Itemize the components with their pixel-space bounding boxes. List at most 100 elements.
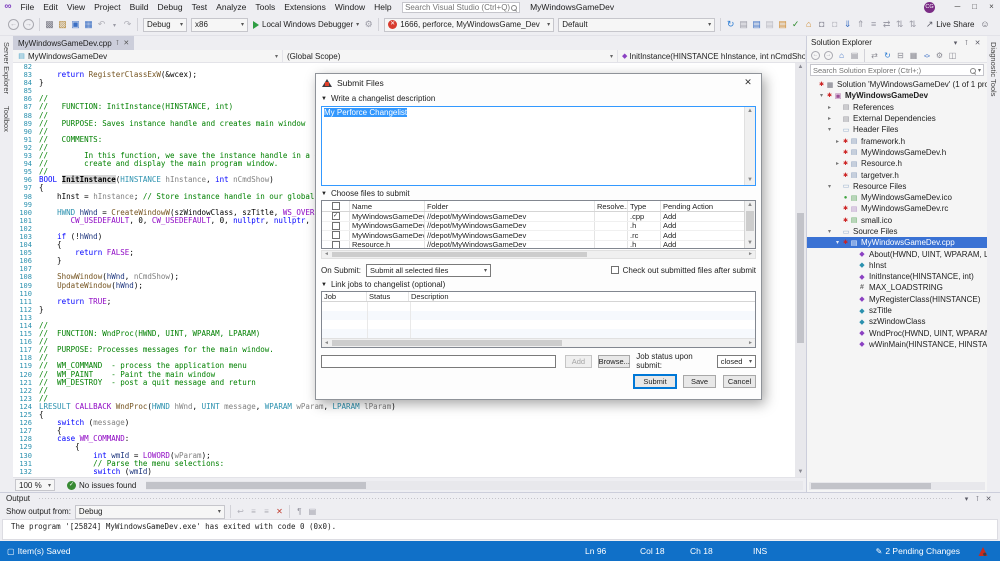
close-tab-icon[interactable]: ✕ — [123, 39, 129, 47]
job-status-dropdown[interactable]: closed ▾ — [716, 354, 756, 368]
edit-file-icon[interactable] — [763, 18, 776, 31]
new-item-icon[interactable] — [43, 18, 56, 31]
close-icon[interactable]: ✕ — [983, 495, 994, 503]
live-share-button[interactable]: Live Share — [923, 18, 974, 31]
home-icon[interactable] — [835, 50, 848, 62]
sort-icon-1[interactable] — [893, 18, 906, 31]
browse-jobs-button[interactable]: Browse... — [598, 354, 631, 368]
jobs-horizontal-scrollbar[interactable]: ◄ ► — [322, 338, 755, 347]
undo-icon[interactable] — [95, 18, 108, 31]
account-avatar[interactable]: CG — [924, 1, 935, 13]
expander-icon[interactable]: ▸ — [825, 115, 834, 122]
solution-horizontal-scrollbar[interactable] — [809, 482, 985, 490]
error-list-dropdown[interactable]: ✕ 1666, perforce, MyWindowsGame_Dev ▾ — [384, 17, 555, 32]
menu-help[interactable]: Help — [370, 0, 396, 14]
show-all-files-icon[interactable] — [907, 50, 920, 62]
pin-icon[interactable]: ⊺ — [972, 495, 983, 503]
menu-tools[interactable]: Tools — [251, 0, 280, 14]
output-source-dropdown[interactable]: Debug ▾ — [74, 504, 225, 519]
expander-icon[interactable]: ▾ — [825, 183, 834, 190]
file-checkbox[interactable] — [331, 231, 340, 240]
tree-item[interactable]: ▸✱ Resource.h — [807, 158, 987, 169]
tree-item[interactable]: WndProc(HWND, UINT, WPARAM, LPARAM) — [807, 328, 987, 339]
expander-icon[interactable]: ▾ — [825, 126, 834, 133]
column-header-status[interactable]: Status — [367, 292, 409, 301]
refresh-icon[interactable] — [724, 18, 737, 31]
goto-message-icon[interactable] — [234, 506, 247, 518]
menu-edit[interactable]: Edit — [39, 0, 63, 14]
menu-build[interactable]: Build — [125, 0, 153, 14]
scroll-up-icon[interactable]: ▲ — [795, 63, 806, 72]
tree-item[interactable]: ✱ Solution 'MyWindowsGameDev' (1 of 1 pro… — [807, 79, 987, 90]
menu-debug[interactable]: Debug — [153, 0, 187, 14]
jobs-table-body[interactable] — [322, 302, 755, 338]
solution-search-box[interactable]: ▾ — [810, 64, 984, 76]
close-button[interactable]: × — [983, 0, 1000, 14]
column-header-job[interactable]: Job — [322, 292, 367, 301]
tree-item[interactable]: About(HWND, UINT, WPARAM, LPARAM) — [807, 248, 987, 259]
menu-window[interactable]: Window — [330, 0, 369, 14]
switch-views-icon[interactable] — [848, 50, 861, 62]
unlock-icon[interactable] — [828, 18, 841, 31]
maximize-button[interactable]: □ — [966, 0, 983, 14]
tree-item[interactable]: ▾ Header Files — [807, 124, 987, 135]
tree-item[interactable]: ✱ targetver.h — [807, 169, 987, 180]
collapse-section-icon[interactable]: ▼ — [321, 282, 327, 288]
open-file-icon[interactable] — [56, 18, 69, 31]
tree-item[interactable]: MyRegisterClass(HINSTANCE) — [807, 294, 987, 305]
files-table-scrollbar[interactable]: ▲ ▼ — [744, 201, 755, 248]
revert-icon[interactable] — [802, 18, 815, 31]
server-explorer-tab[interactable]: Server Explorer — [0, 36, 13, 100]
add-job-button[interactable]: Add — [564, 354, 593, 368]
checkout-file-icon[interactable] — [776, 18, 789, 31]
tree-item[interactable]: hInst — [807, 260, 987, 271]
tree-item[interactable]: ● MyWindowsGameDev.ico — [807, 192, 987, 203]
search-input[interactable] — [405, 2, 511, 12]
menu-test[interactable]: Test — [187, 0, 212, 14]
pin-icon[interactable]: ⊺ — [961, 39, 972, 47]
menu-project[interactable]: Project — [90, 0, 125, 14]
project-dropdown[interactable]: MyWindowsGameDev▾ — [13, 50, 283, 62]
add-file-icon[interactable] — [750, 18, 763, 31]
forward-icon[interactable]: → — [824, 51, 833, 60]
expander-icon[interactable]: ▸ — [833, 138, 842, 145]
dialog-close-icon[interactable]: ✕ — [741, 77, 755, 88]
menu-analyze[interactable]: Analyze — [212, 0, 251, 14]
file-row[interactable]: MyWindowsGameDev.rc//depot/MyWindowsGame… — [322, 231, 744, 241]
toggle-autoscroll-icon[interactable] — [306, 506, 319, 518]
zoom-dropdown[interactable]: 100 % ▾ — [15, 479, 55, 491]
solution-search-input[interactable] — [813, 65, 969, 75]
tree-item[interactable]: ▾ Resource Files — [807, 181, 987, 192]
mark-add-icon[interactable] — [789, 18, 802, 31]
scope-dropdown[interactable]: (Global Scope) ▾ — [283, 50, 618, 62]
new-file-icon[interactable] — [737, 18, 750, 31]
tree-item[interactable]: ▾✱ MyWindowsGameDev — [807, 90, 987, 101]
navigate-backward-icon[interactable]: ← — [8, 19, 19, 30]
expander-icon[interactable]: ▾ — [825, 228, 834, 235]
pending-changes-button[interactable]: ✎ 2 Pending Changes — [876, 541, 960, 561]
collapse-all-icon[interactable] — [894, 50, 907, 62]
tree-item[interactable]: ▸✱ framework.h — [807, 135, 987, 146]
on-submit-dropdown[interactable]: Submit all selected files ▾ — [366, 263, 492, 277]
view-code-icon[interactable] — [920, 50, 933, 62]
document-tab[interactable]: MyWindowsGameDev.cpp ⊺ ✕ — [13, 36, 135, 50]
file-checkbox[interactable] — [331, 221, 340, 230]
pin-icon[interactable]: ⊺ — [116, 39, 120, 47]
column-header-name[interactable]: Name — [350, 201, 425, 211]
save-icon[interactable] — [69, 18, 82, 31]
menu-view[interactable]: View — [62, 0, 89, 14]
checkout-after-submit-checkbox[interactable] — [610, 266, 619, 274]
preview-icon[interactable] — [946, 50, 959, 62]
tree-item[interactable]: ▾✱ MyWindowsGameDev.cpp — [807, 237, 987, 249]
member-dropdown[interactable]: InitInstance(HINSTANCE hInstance, int nC… — [618, 50, 806, 62]
messages-list-icon-2[interactable] — [260, 506, 273, 518]
navigate-forward-icon[interactable]: → — [23, 19, 34, 30]
redo-icon[interactable] — [121, 18, 134, 31]
clear-all-icon[interactable] — [273, 506, 286, 518]
window-position-icon[interactable]: ▾ — [961, 495, 972, 503]
file-row[interactable]: MyWindowsGameDev.h//depot/MyWindowsGameD… — [322, 221, 744, 231]
column-header-resolve[interactable]: Resolve.. — [595, 201, 628, 211]
collapse-section-icon[interactable]: ▼ — [321, 96, 327, 102]
tree-item[interactable]: szWindowClass — [807, 316, 987, 327]
tree-item[interactable]: szTitle — [807, 305, 987, 316]
